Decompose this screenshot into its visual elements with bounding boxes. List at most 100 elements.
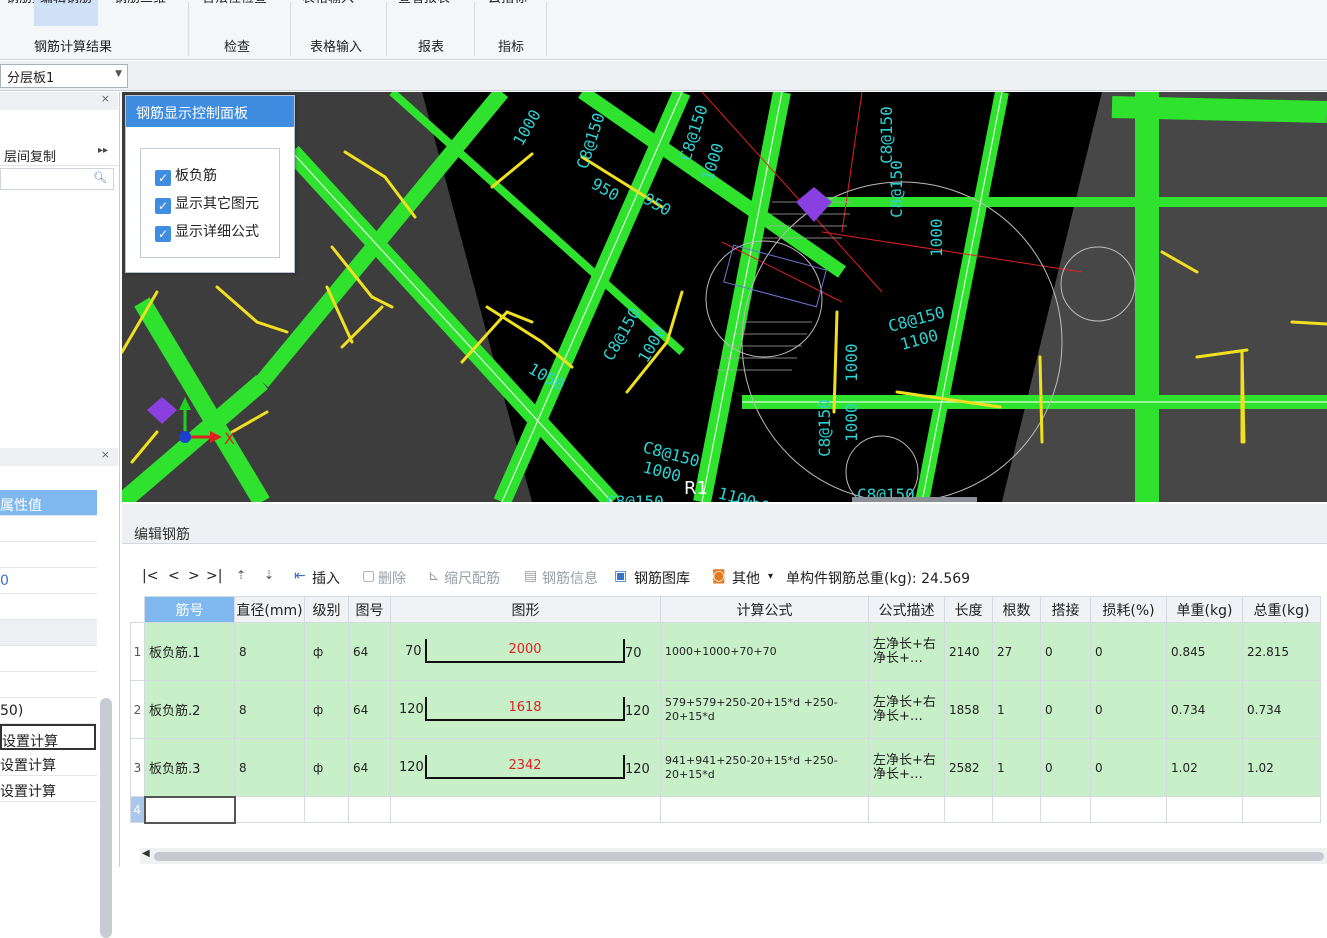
ribbon-button-table-input[interactable]: 表格输入	[296, 0, 360, 26]
cell-loss[interactable]: 0	[1090, 622, 1167, 681]
move-up-icon[interactable]: ⇡	[236, 568, 246, 582]
column-header[interactable]: 公式描述	[868, 596, 945, 623]
cell-shape[interactable]: 120 1618 120	[390, 680, 661, 739]
floor-copy-button[interactable]: 层间复制 ▸▸	[0, 140, 118, 166]
ribbon-button-rebar-3d[interactable]: 钢筋三维	[108, 0, 172, 26]
cell-shape[interactable]: 120 2342 120	[390, 738, 661, 797]
column-header[interactable]: 级别	[304, 596, 349, 623]
next-record-button[interactable]: >	[188, 568, 200, 584]
delete-button[interactable]: 删除	[378, 568, 406, 588]
cell-length[interactable]	[944, 796, 993, 823]
cell-shape[interactable]: 70 2000 70	[390, 622, 661, 681]
cell-formula[interactable]: 1000+1000+70+70	[660, 622, 869, 681]
cell-shape[interactable]	[390, 796, 661, 823]
table-row[interactable]: 2 板负筋.2 8 ф 64 120 1618 120 579+579+250-…	[130, 680, 1321, 739]
cell-rebar-name[interactable]: 板负筋.1	[144, 622, 235, 681]
cell-total-weight[interactable]: 0.734	[1242, 680, 1321, 739]
close-icon[interactable]: ×	[101, 92, 110, 105]
checkbox-show-other-elements[interactable]: ✓ 显示其它图元	[155, 193, 259, 214]
property-row[interactable]: 设置计算	[0, 750, 97, 776]
cell-unit-weight[interactable]: 0.734	[1166, 680, 1243, 739]
scroll-left-icon[interactable]: ◀	[142, 848, 150, 859]
cell-total-weight[interactable]: 22.815	[1242, 622, 1321, 681]
cell-loss[interactable]: 0	[1090, 680, 1167, 739]
cell-rebar-name[interactable]: 板负筋.3	[144, 738, 235, 797]
property-group[interactable]	[0, 620, 97, 646]
column-header[interactable]: 长度	[944, 596, 993, 623]
horizontal-scrollbar[interactable]: ◀	[140, 848, 1327, 864]
ribbon-button-edit-rebar[interactable]: 编辑钢筋	[34, 0, 99, 26]
other-menu-button[interactable]: 其他	[732, 568, 760, 588]
column-header[interactable]: 图形	[390, 596, 661, 623]
cell-loss[interactable]	[1090, 796, 1167, 823]
cell-grade[interactable]	[304, 796, 349, 823]
checkbox-slab-negative-rebar[interactable]: ✓ 板负筋	[155, 165, 217, 186]
table-row[interactable]: 3 板负筋.3 8 ф 64 120 2342 120 941+941+250-…	[130, 738, 1321, 797]
column-header[interactable]: 单重(kg)	[1166, 596, 1243, 623]
property-row[interactable]: 设置计算	[0, 776, 97, 802]
move-down-icon[interactable]: ⇣	[264, 568, 274, 582]
chevron-down-icon[interactable]: ▾	[768, 571, 773, 582]
cell-length[interactable]: 1858	[944, 680, 993, 739]
cell-formula-description[interactable]: 左净长+右净长+…	[868, 738, 945, 797]
last-record-button[interactable]: >|	[206, 568, 222, 584]
cad-viewport[interactable]: C8@150 950 950 1000 C8@150 1000 1050 C8@…	[122, 92, 1327, 502]
cell-diameter[interactable]: 8	[234, 738, 305, 797]
cell-total-weight[interactable]: 1.02	[1242, 738, 1321, 797]
cell-unit-weight[interactable]: 1.02	[1166, 738, 1243, 797]
insert-button[interactable]: 插入	[312, 568, 340, 588]
cell-grade[interactable]: ф	[304, 680, 349, 739]
expand-icon[interactable]: ▸▸	[98, 145, 108, 156]
cell-lap[interactable]: 0	[1040, 680, 1091, 739]
rebar-info-button[interactable]: 钢筋信息	[542, 568, 598, 588]
ribbon-button-validity-check[interactable]: 合法性检查	[196, 0, 273, 26]
cell-count[interactable]: 27	[992, 622, 1041, 681]
property-row[interactable]	[0, 672, 97, 698]
property-row[interactable]	[0, 646, 97, 672]
cell-figure-no[interactable]	[348, 796, 391, 823]
cell-figure-no[interactable]: 64	[348, 680, 391, 739]
column-header[interactable]: 搭接	[1040, 596, 1091, 623]
cell-rebar-name[interactable]	[143, 795, 236, 824]
cell-length[interactable]: 2582	[944, 738, 993, 797]
cell-formula-description[interactable]: 左净长+右净长+…	[868, 622, 945, 681]
property-row[interactable]	[0, 516, 97, 542]
cell-figure-no[interactable]: 64	[348, 622, 391, 681]
cell-diameter[interactable]: 8	[234, 622, 305, 681]
cell-length[interactable]: 2140	[944, 622, 993, 681]
cell-lap[interactable]: 0	[1040, 622, 1091, 681]
cell-figure-no[interactable]: 64	[348, 738, 391, 797]
property-row[interactable]: 50)	[0, 698, 97, 724]
column-header[interactable]: 总重(kg)	[1242, 596, 1321, 623]
cell-count[interactable]: 1	[992, 738, 1041, 797]
cell-formula-description[interactable]: 左净长+右净长+…	[868, 680, 945, 739]
ribbon-button-view-report[interactable]: 查看报表	[392, 0, 456, 26]
column-header[interactable]: 计算公式	[660, 596, 869, 623]
property-row[interactable]	[0, 594, 97, 620]
cell-lap[interactable]: 0	[1040, 738, 1091, 797]
cell-total-weight[interactable]	[1242, 796, 1321, 823]
prev-record-button[interactable]: <	[168, 568, 180, 584]
checkbox-show-detailed-formula[interactable]: ✓ 显示详细公式	[155, 221, 259, 242]
property-row[interactable]	[0, 542, 97, 568]
cell-lap[interactable]	[1040, 796, 1091, 823]
table-row-empty[interactable]: 4	[130, 795, 1321, 824]
first-record-button[interactable]: |<	[142, 568, 158, 584]
floor-select[interactable]: 分层板1 ▼	[0, 64, 128, 88]
scrollbar-thumb[interactable]	[154, 852, 1324, 861]
search-input[interactable]: 🔍︎	[0, 168, 114, 190]
cell-grade[interactable]: ф	[304, 622, 349, 681]
vertical-scrollbar[interactable]	[100, 698, 112, 938]
cell-formula[interactable]	[660, 796, 869, 823]
property-row[interactable]: 0	[0, 568, 97, 594]
column-header[interactable]: 图号	[348, 596, 391, 623]
cell-loss[interactable]: 0	[1090, 738, 1167, 797]
cell-formula[interactable]: 579+579+250-20+15*d +250-20+15*d	[660, 680, 869, 739]
cell-count[interactable]	[992, 796, 1041, 823]
cell-grade[interactable]: ф	[304, 738, 349, 797]
cell-count[interactable]: 1	[992, 680, 1041, 739]
column-header[interactable]: 筋号	[144, 596, 235, 623]
rebar-library-button[interactable]: 钢筋图库	[634, 568, 690, 588]
cell-diameter[interactable]	[234, 796, 305, 823]
cell-formula-description[interactable]	[868, 796, 945, 823]
